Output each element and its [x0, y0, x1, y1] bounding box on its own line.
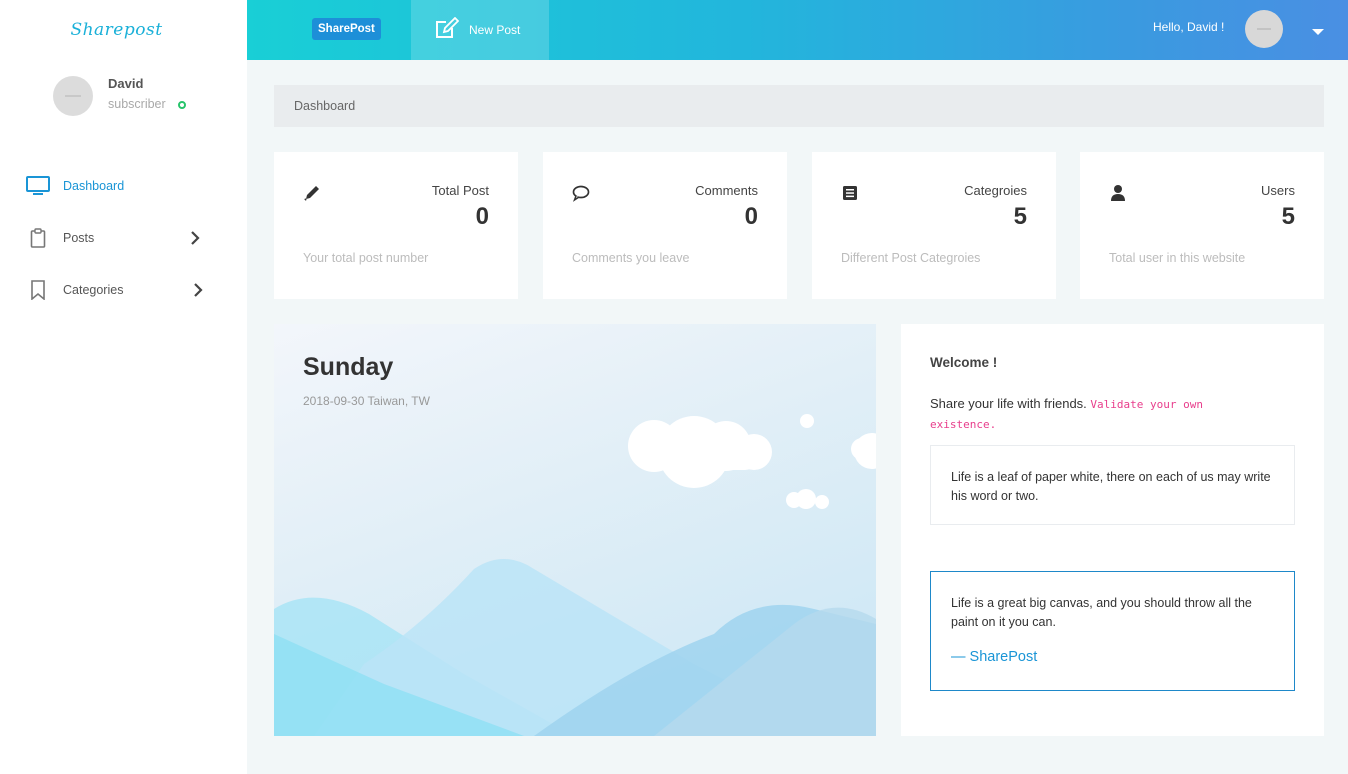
user-icon — [1109, 184, 1127, 202]
top-navbar: SharePost New Post Hello, David ! — [247, 0, 1348, 60]
weather-date: 2018-09-30 Taiwan, TW — [303, 394, 430, 408]
profile-name: David — [108, 76, 144, 91]
stat-card-total-post: Total Post 0 Your total post number — [274, 152, 518, 299]
sidebar-item-categories[interactable]: Categories — [0, 264, 247, 316]
list-icon — [841, 184, 859, 202]
blockquote-text: Life is a great big canvas, and you shou… — [951, 596, 1252, 629]
blockquote-footer: — SharePost — [951, 649, 1038, 665]
stat-description: Total user in this website — [1109, 251, 1246, 265]
sidebar-item-label: Categories — [63, 283, 124, 297]
sidebar-item-dashboard[interactable]: Dashboard — [0, 160, 247, 212]
new-post-label: New Post — [469, 23, 521, 37]
sidebar-item-label: Posts — [63, 231, 95, 245]
welcome-message: Share your life with friends. — [930, 396, 1087, 411]
edit-icon — [435, 16, 460, 43]
chevron-right-icon — [190, 282, 206, 298]
stat-value: 0 — [744, 203, 758, 230]
stat-description: Your total post number — [303, 251, 429, 265]
quote-box: Life is a leaf of paper white, there on … — [930, 445, 1295, 525]
monitor-icon — [26, 174, 50, 198]
stat-value: 5 — [1281, 203, 1295, 230]
weather-card: Sunday 2018-09-30 Taiwan, TW — [274, 324, 876, 736]
stat-title: Total Post — [431, 183, 489, 198]
caret-down-icon[interactable] — [1312, 29, 1324, 35]
pencil-icon — [303, 184, 321, 202]
brand-logo[interactable]: Sharepost — [0, 0, 247, 60]
stat-description: Different Post Categroies — [841, 251, 981, 265]
stat-value: 0 — [475, 203, 489, 230]
welcome-text: Share your life with friends. Validate y… — [930, 394, 1270, 434]
blockquote: Life is a great big canvas, and you shou… — [930, 571, 1295, 691]
logo-text: Sharepost — [70, 20, 163, 40]
stat-card-categories: Categroies 5 Different Post Categroies — [812, 152, 1056, 299]
stat-value: 5 — [1013, 203, 1027, 230]
profile-role: subscriber — [108, 97, 166, 111]
stat-card-comments: Comments 0 Comments you leave — [543, 152, 787, 299]
brand-badge[interactable]: SharePost — [312, 18, 381, 40]
new-post-button[interactable]: New Post — [411, 0, 549, 60]
welcome-title: Welcome ! — [930, 355, 998, 370]
weather-day: Sunday — [303, 353, 394, 381]
clipboard-icon — [26, 226, 50, 250]
online-status-icon — [178, 101, 186, 109]
breadcrumb: Dashboard — [274, 85, 1324, 127]
stat-description: Comments you leave — [572, 251, 690, 265]
stat-card-users: Users 5 Total user in this website — [1080, 152, 1324, 299]
avatar[interactable] — [53, 76, 93, 116]
sidebar-nav: Dashboard Posts Categories — [0, 160, 247, 316]
stat-title: Users — [1261, 183, 1295, 198]
comment-icon — [572, 184, 590, 202]
sidebar-item-posts[interactable]: Posts — [0, 212, 247, 264]
user-avatar[interactable] — [1245, 10, 1283, 48]
chevron-right-icon — [187, 230, 203, 246]
sidebar-item-label: Dashboard — [63, 179, 125, 193]
stat-title: Comments — [695, 183, 758, 198]
user-profile: David subscriber — [53, 76, 243, 120]
welcome-card: Welcome ! Share your life with friends. … — [901, 324, 1324, 736]
breadcrumb-current: Dashboard — [294, 99, 356, 113]
bookmark-icon — [26, 278, 50, 302]
quote-text: Life is a leaf of paper white, there on … — [951, 470, 1271, 503]
greeting-text: Hello, David ! — [1153, 20, 1225, 34]
weather-illustration — [274, 414, 876, 736]
stat-title: Categroies — [964, 183, 1027, 198]
sidebar: Sharepost David subscriber Dashboard Pos… — [0, 0, 247, 774]
